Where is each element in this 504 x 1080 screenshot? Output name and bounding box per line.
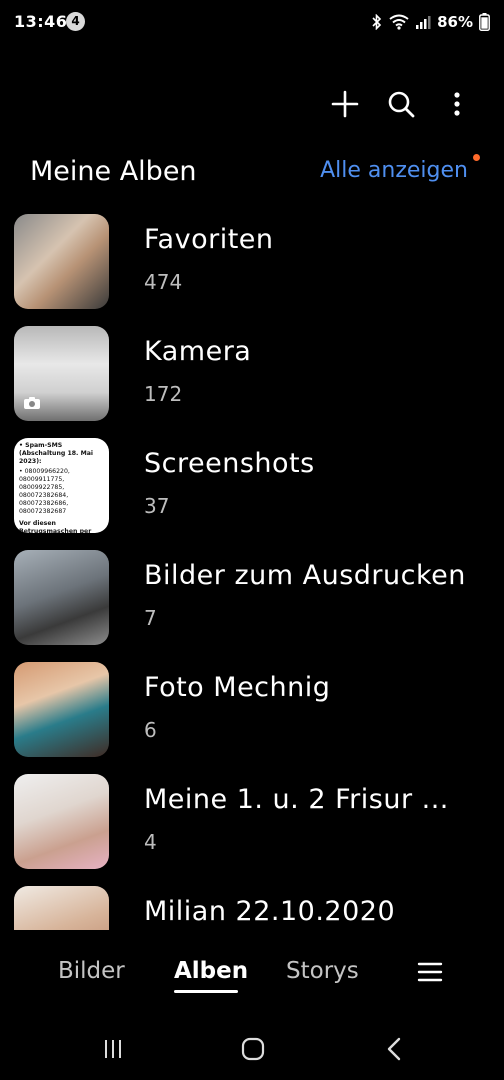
thumb-text-line: • Spam-SMS (Abschaltung 18. Mai 2023):: [19, 442, 94, 465]
back-icon[interactable]: [380, 1034, 410, 1064]
album-list: Favoriten 474 Kamera 172 • Spam-SMS (Abs…: [0, 214, 504, 930]
album-count: 172: [144, 382, 183, 406]
album-item-milian[interactable]: Milian 22.10.2020: [0, 886, 504, 930]
album-name: Foto Mechnig: [144, 672, 331, 703]
album-count: 37: [144, 494, 170, 518]
more-vertical-icon[interactable]: [440, 87, 474, 121]
album-item-foto-mechnig[interactable]: Foto Mechnig 6: [0, 662, 504, 758]
plus-icon[interactable]: [328, 87, 362, 121]
albums-section-header: Meine Alben Alle anzeigen: [0, 150, 504, 194]
menu-icon[interactable]: [416, 960, 444, 984]
tab-stories[interactable]: Storys: [286, 958, 359, 984]
bluetooth-icon: [371, 14, 383, 30]
album-thumbnail: [14, 326, 109, 421]
active-tab-indicator: [174, 990, 238, 993]
status-time: 13:46: [14, 12, 68, 31]
album-thumbnail: [14, 214, 109, 309]
album-name: Bilder zum Ausdrucken: [144, 560, 466, 591]
system-nav-bar: [0, 1020, 504, 1076]
album-thumbnail: [14, 550, 109, 645]
album-name: Screenshots: [144, 448, 315, 479]
search-icon[interactable]: [384, 87, 418, 121]
tab-albums[interactable]: Alben: [174, 958, 248, 984]
status-indicators: 86%: [371, 11, 490, 33]
thumb-text-line: • 08009966220, 08009911775, 08009922785,…: [19, 468, 70, 515]
album-count: 474: [144, 270, 183, 294]
album-item-bilder-zum-ausdrucken[interactable]: Bilder zum Ausdrucken 7: [0, 550, 504, 646]
album-count: 7: [144, 606, 157, 630]
album-name: Meine 1. u. 2 Frisur ...: [144, 784, 449, 815]
album-name: Milian 22.10.2020: [144, 896, 396, 927]
album-thumbnail: [14, 886, 109, 930]
new-indicator-dot: [473, 154, 480, 161]
section-title: Meine Alben: [30, 156, 197, 187]
album-name: Favoriten: [144, 224, 274, 255]
signal-icon: [415, 15, 431, 29]
album-item-meine-frisur[interactable]: Meine 1. u. 2 Frisur ... 4: [0, 774, 504, 870]
tab-pictures[interactable]: Bilder: [58, 958, 125, 984]
album-name: Kamera: [144, 336, 252, 367]
toolbar: [328, 84, 474, 124]
bottom-nav: Bilder Alben Storys: [0, 950, 504, 1000]
notification-count-badge: 4: [66, 12, 85, 31]
battery-percent: 86%: [437, 13, 473, 31]
camera-icon: [24, 397, 40, 409]
thumb-text-line: Vor diesen Betrugsmaschen per Telefon wi…: [19, 520, 92, 533]
album-item-favoriten[interactable]: Favoriten 474: [0, 214, 504, 310]
album-item-screenshots[interactable]: • Spam-SMS (Abschaltung 18. Mai 2023): •…: [0, 438, 504, 534]
battery-icon: [479, 13, 490, 31]
album-count: 4: [144, 830, 157, 854]
recent-apps-icon[interactable]: [98, 1034, 128, 1064]
album-thumbnail: • Spam-SMS (Abschaltung 18. Mai 2023): •…: [14, 438, 109, 533]
album-count: 6: [144, 718, 157, 742]
album-thumbnail: [14, 774, 109, 869]
home-icon[interactable]: [238, 1034, 268, 1064]
wifi-icon: [389, 14, 409, 30]
status-bar: 13:46 4 86%: [0, 0, 504, 46]
album-thumbnail: [14, 662, 109, 757]
show-all-link[interactable]: Alle anzeigen: [320, 158, 468, 183]
album-item-kamera[interactable]: Kamera 172: [0, 326, 504, 422]
